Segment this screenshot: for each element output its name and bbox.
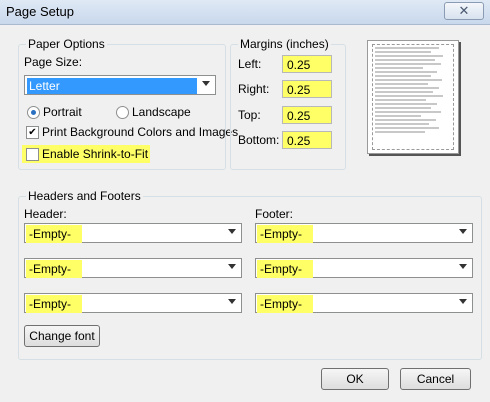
chevron-down-icon — [459, 229, 467, 234]
footer-label: Footer: — [255, 207, 294, 221]
header-select-2-value: -Empty- — [26, 260, 82, 278]
landscape-radio[interactable] — [116, 106, 129, 119]
bottom-margin-value: 0.25 — [287, 134, 311, 148]
page-size-select[interactable]: Letter — [24, 75, 216, 95]
right-margin-input[interactable]: 0.25 — [282, 80, 332, 98]
footer-select-2[interactable]: -Empty- — [255, 258, 473, 278]
title-bar: Page Setup ✕ — [0, 0, 490, 25]
page-preview-content — [372, 44, 454, 150]
shrink-to-fit-checkbox[interactable] — [26, 148, 39, 161]
margins-legend: Margins (inches) — [238, 37, 331, 51]
page-size-value: Letter — [27, 78, 197, 94]
right-margin-value: 0.25 — [287, 83, 311, 97]
top-margin-input[interactable]: 0.25 — [282, 106, 332, 124]
chevron-down-icon — [228, 229, 236, 234]
header-select-2[interactable]: -Empty- — [24, 258, 242, 278]
bottom-margin-input[interactable]: 0.25 — [282, 131, 332, 149]
change-font-button[interactable]: Change font — [24, 325, 100, 347]
ok-button[interactable]: OK — [321, 368, 389, 390]
header-label: Header: — [24, 207, 67, 221]
paper-options-legend: Paper Options — [26, 37, 107, 51]
footer-select-1[interactable]: -Empty- — [255, 223, 473, 243]
chevron-down-icon — [202, 81, 210, 86]
window-title: Page Setup — [6, 4, 74, 19]
left-margin-value: 0.25 — [287, 58, 311, 72]
portrait-radio[interactable] — [27, 106, 40, 119]
footer-select-1-value: -Empty- — [257, 225, 313, 243]
footer-select-2-value: -Empty- — [257, 260, 313, 278]
header-select-1-value: -Empty- — [26, 225, 82, 243]
chevron-down-icon — [228, 264, 236, 269]
chevron-down-icon — [228, 299, 236, 304]
portrait-label[interactable]: Portrait — [43, 105, 82, 119]
page-preview — [367, 40, 459, 154]
left-margin-label: Left: — [238, 57, 262, 71]
chevron-down-icon — [459, 264, 467, 269]
print-background-label[interactable]: Print Background Colors and Images — [42, 125, 238, 139]
header-select-1[interactable]: -Empty- — [24, 223, 242, 243]
chevron-down-icon — [459, 299, 467, 304]
right-margin-label: Right: — [238, 82, 270, 96]
top-margin-label: Top: — [238, 108, 261, 122]
header-select-3-value: -Empty- — [26, 295, 82, 313]
cancel-button[interactable]: Cancel — [400, 368, 471, 390]
footer-select-3[interactable]: -Empty- — [255, 293, 473, 313]
page-size-label: Page Size: — [24, 55, 83, 69]
footer-select-3-value: -Empty- — [257, 295, 313, 313]
landscape-label[interactable]: Landscape — [132, 105, 191, 119]
close-button[interactable]: ✕ — [444, 2, 484, 20]
print-background-checkbox[interactable]: ✔ — [26, 126, 39, 139]
close-icon: ✕ — [458, 3, 470, 18]
header-select-3[interactable]: -Empty- — [24, 293, 242, 313]
shrink-to-fit-label[interactable]: Enable Shrink-to-Fit — [42, 147, 148, 161]
headers-footers-legend: Headers and Footers — [26, 189, 143, 203]
top-margin-value: 0.25 — [287, 109, 311, 123]
bottom-margin-label: Bottom: — [238, 133, 280, 147]
left-margin-input[interactable]: 0.25 — [282, 55, 332, 73]
